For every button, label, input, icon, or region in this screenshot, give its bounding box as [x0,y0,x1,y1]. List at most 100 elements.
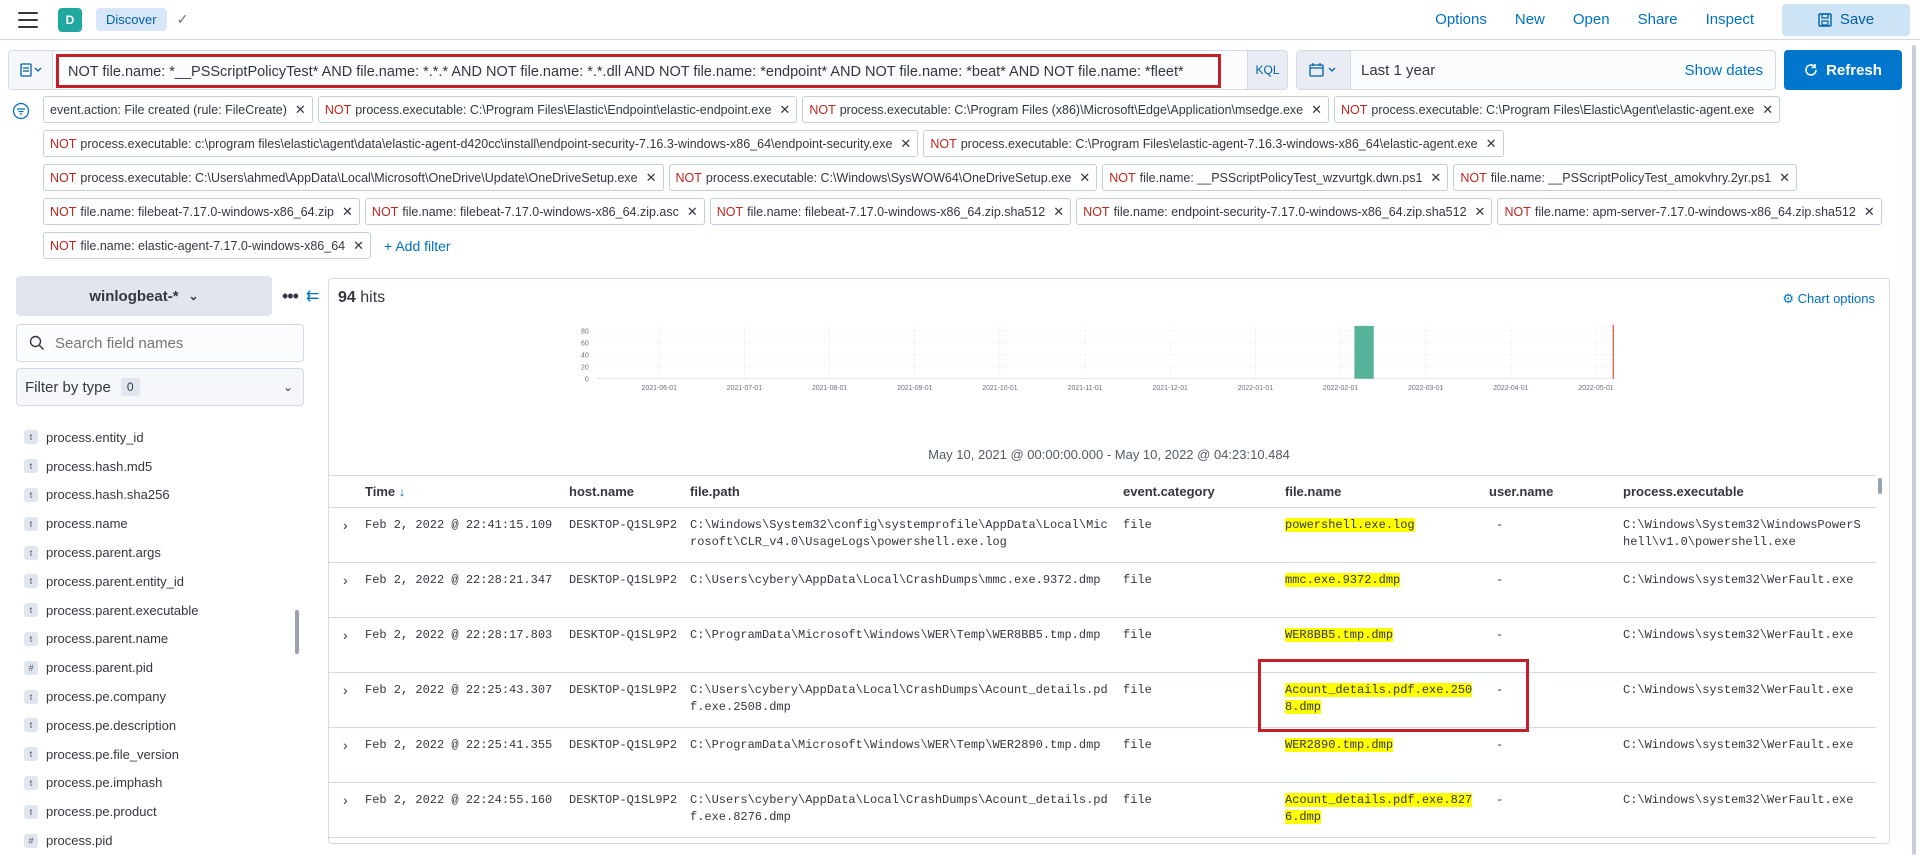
new-link[interactable]: New [1515,11,1545,28]
close-icon[interactable]: ✕ [1475,204,1486,220]
query-input-container[interactable]: NOT file.name: *__PSScriptPolicyTest* AN… [52,50,1248,90]
table-row[interactable]: › Feb 2, 2022 @ 22:28:17.803 DESKTOP-Q1SL9… [329,618,1876,673]
close-icon[interactable]: ✕ [1053,204,1064,220]
close-icon[interactable]: ✕ [687,204,698,220]
inspect-link[interactable]: Inspect [1706,11,1754,28]
field-item[interactable]: t process.parent.name [16,625,326,654]
close-icon[interactable]: ✕ [1311,102,1322,118]
field-item[interactable]: t process.pe.description [16,711,326,740]
filter-pill[interactable]: NOT process.executable: C:\Program Files\… [317,96,798,123]
filter-pill[interactable]: NOT file.name: __PSScriptPolicyTest_amokv… [1453,164,1798,191]
share-link[interactable]: Share [1638,11,1678,28]
close-icon[interactable]: ✕ [1486,136,1497,152]
calendar-button[interactable] [1297,51,1351,89]
table-row[interactable]: › Feb 2, 2022 @ 22:25:41.355 DESKTOP-Q1SL9… [329,728,1876,783]
query-input[interactable]: NOT file.name: *__PSScriptPolicyTest* AN… [56,54,1221,88]
close-icon[interactable]: ✕ [353,238,364,254]
table-row[interactable]: › Feb 2, 2022 @ 22:28:21.347 DESKTOP-Q1SL9… [329,563,1876,618]
field-item[interactable]: t process.parent.executable [16,596,326,625]
field-item[interactable]: t process.hash.md5 [16,452,326,481]
expand-row-icon[interactable]: › [329,682,365,699]
show-dates-link[interactable]: Show dates [1685,62,1763,79]
refresh-button[interactable]: Refresh [1784,50,1902,90]
expand-row-icon[interactable]: › [329,517,365,534]
close-icon[interactable]: ✕ [779,102,790,118]
expand-row-icon[interactable]: › [329,792,365,809]
filter-pill[interactable]: NOT process.executable: C:\Windows\SysWOW… [668,164,1098,191]
filter-by-type-button[interactable]: Filter by type 0 ⌄ [16,368,304,406]
kql-toggle[interactable]: KQL [1248,50,1288,90]
close-icon[interactable]: ✕ [900,136,911,152]
filter-pill[interactable]: NOT file.name: apm-server-7.17.0-windows-… [1497,198,1882,225]
field-item[interactable]: t process.pe.company [16,682,326,711]
field-item[interactable]: t process.parent.entity_id [16,567,326,596]
field-item[interactable]: t process.hash.sha256 [16,481,326,510]
options-link[interactable]: Options [1435,11,1487,28]
collapse-sidebar-icon[interactable]: ⇇ [306,286,319,306]
chart-options-button[interactable]: ⚙ Chart options [1782,291,1875,307]
field-item[interactable]: # process.pid [16,826,326,855]
filter-pill[interactable]: NOT file.name: __PSScriptPolicyTest_wzvur… [1102,164,1449,191]
field-item[interactable]: t process.name [16,509,326,538]
col-user-name[interactable]: user.name [1489,484,1623,499]
close-icon[interactable]: ✕ [1430,170,1441,186]
col-time[interactable]: Time ↓ [365,484,569,499]
sidebar-scrollbar[interactable] [295,610,299,654]
filter-pill[interactable]: NOT process.executable: C:\Program Files\… [923,130,1504,157]
open-link[interactable]: Open [1573,11,1610,28]
table-row[interactable]: › Feb 2, 2022 @ 22:24:55.160 DESKTOP-Q1SL9… [329,783,1876,838]
field-item[interactable]: t process.pe.product [16,797,326,826]
table-scrollbar[interactable] [1878,478,1882,494]
field-item[interactable]: t process.pe.file_version [16,740,326,769]
col-file-name[interactable]: file.name [1285,484,1489,499]
add-filter-button[interactable]: + Add filter [384,232,451,259]
field-item[interactable]: # process.parent.pid [16,653,326,682]
highlighted-match: Acount_details.pdf.exe.8276.dmp [1285,793,1473,824]
filter-pill[interactable]: NOT file.name: filebeat-7.17.0-windows-x8… [43,198,360,225]
expand-row-icon[interactable]: › [329,627,365,644]
expand-row-icon[interactable]: › [329,737,365,754]
save-button[interactable]: Save [1782,3,1910,36]
table-row[interactable]: › Feb 2, 2022 @ 22:25:43.307 DESKTOP-Q1SL9… [329,673,1876,728]
col-event-category[interactable]: event.category [1123,484,1285,499]
col-host-name[interactable]: host.name [569,484,690,499]
col-process-executable[interactable]: process.executable [1623,484,1863,499]
close-icon[interactable]: ✕ [1079,170,1090,186]
filter-pill[interactable]: NOT file.name: elastic-agent-7.17.0-windo… [43,232,372,259]
date-picker[interactable]: Last 1 year Show dates [1296,50,1776,90]
sort-down-icon[interactable]: ↓ [399,484,406,499]
histogram-bar[interactable] [1354,325,1374,379]
saved-query-button[interactable] [8,50,52,90]
date-range-text[interactable]: Last 1 year [1361,62,1435,79]
filter-pill[interactable]: NOT file.name: endpoint-security-7.17.0-w… [1076,198,1493,225]
more-options-icon[interactable]: ••• [282,286,299,307]
filter-pill[interactable]: NOT process.executable: c:\program files\… [43,130,919,157]
space-avatar[interactable]: D [58,7,82,32]
field-item[interactable]: t process.entity_id [16,423,326,452]
filter-pill[interactable]: NOT process.executable: C:\Program Files\… [1334,96,1781,123]
index-pattern-selector[interactable]: winlogbeat-* ⌄ [16,276,272,316]
filter-pill[interactable]: NOT process.executable: C:\Users\ahmed\Ap… [43,164,664,191]
menu-icon[interactable] [18,11,38,28]
field-item[interactable]: t process.parent.args [16,538,326,567]
col-file-path[interactable]: file.path [690,484,1123,499]
close-icon[interactable]: ✕ [1864,204,1875,220]
close-icon[interactable]: ✕ [1762,102,1773,118]
expand-row-icon[interactable]: › [329,572,365,589]
field-search[interactable] [16,324,304,362]
filter-pill[interactable]: NOT file.name: filebeat-7.17.0-windows-x8… [364,198,705,225]
close-icon[interactable]: ✕ [342,204,353,220]
field-search-input[interactable] [55,334,285,352]
table-row[interactable]: › Feb 2, 2022 @ 22:41:15.109 DESKTOP-Q1SL9… [329,508,1876,563]
filter-options-icon[interactable] [12,102,30,120]
close-icon[interactable]: ✕ [646,170,657,186]
breadcrumb[interactable]: Discover [96,8,167,31]
histogram-chart[interactable]: 80 60 40 20 0 2021-06-01 2021-07-01 2021-08-01 2… [329,315,1891,405]
close-icon[interactable]: ✕ [1779,170,1790,186]
filter-pill[interactable]: NOT process.executable: C:\Program Files … [802,96,1330,123]
page-scrollbar[interactable] [1912,45,1916,855]
field-item[interactable]: t process.pe.imphash [16,769,326,798]
close-icon[interactable]: ✕ [295,102,306,118]
filter-pill[interactable]: event.action: File created (rule: FileCr… [43,96,313,123]
filter-pill[interactable]: NOT file.name: filebeat-7.17.0-windows-x8… [709,198,1072,225]
